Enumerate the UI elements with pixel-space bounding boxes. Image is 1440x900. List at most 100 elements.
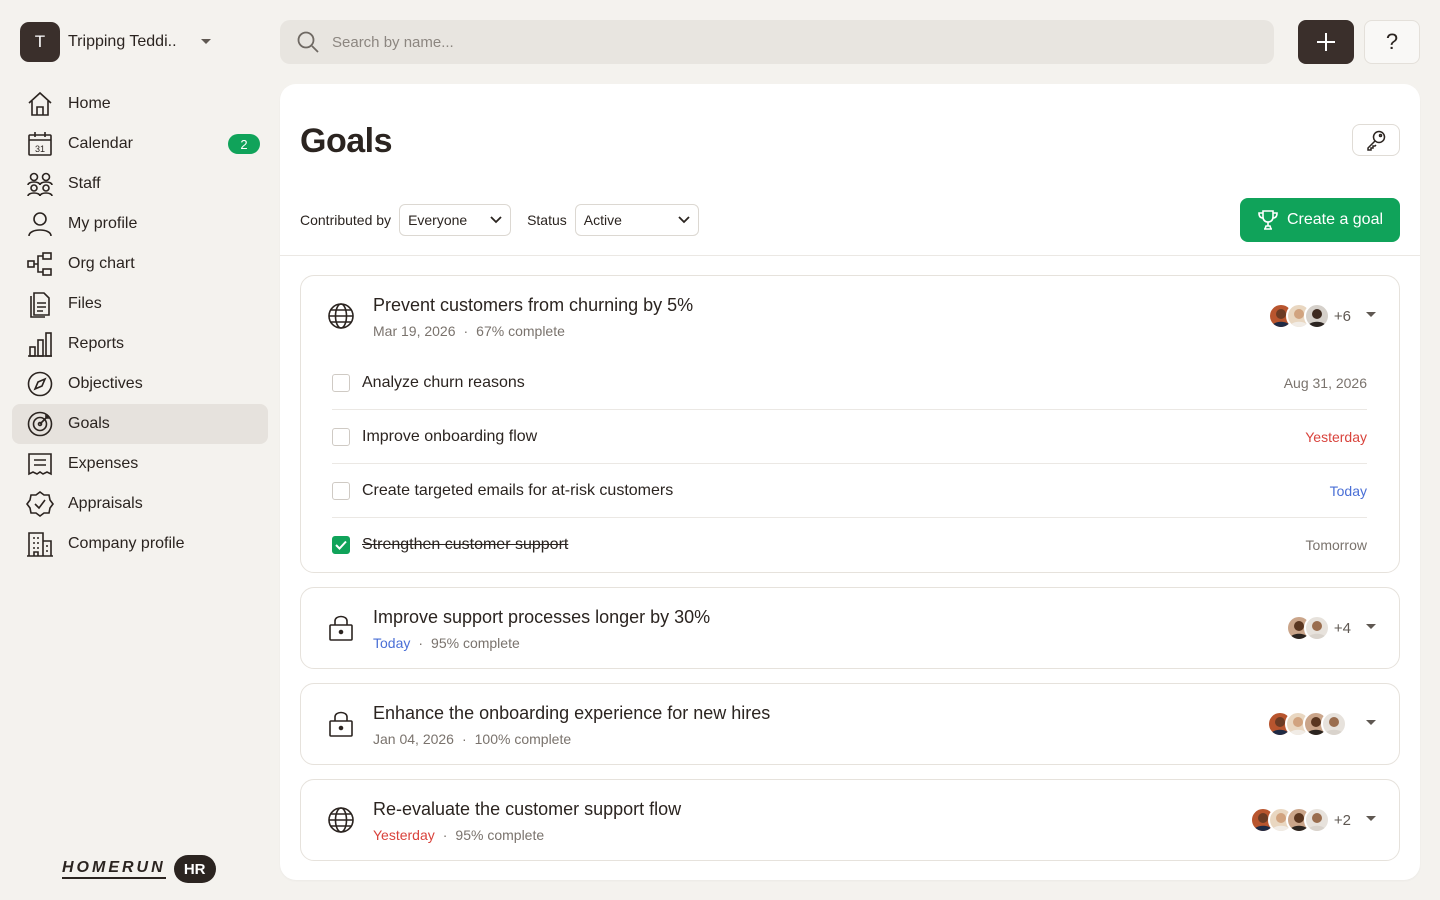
brand-hr-tag: HR bbox=[173, 855, 216, 883]
goal-title: Re-evaluate the customer support flow bbox=[373, 799, 682, 819]
goal-card-header[interactable]: Improve support processes longer by 30% … bbox=[301, 588, 1399, 668]
sidebar-nav: Home 31 Calendar 2 Staff My profile Org … bbox=[12, 84, 268, 564]
goal-date: Jan 04, 2026 bbox=[373, 731, 454, 747]
task-label: Create targeted emails for at-risk custo… bbox=[362, 481, 674, 499]
receipt-icon bbox=[26, 450, 54, 478]
status-select[interactable]: Active bbox=[574, 204, 699, 236]
key-icon bbox=[1367, 130, 1386, 151]
goal-meta: Jan 04, 2026 · 100% complete bbox=[373, 731, 572, 747]
files-icon bbox=[26, 290, 54, 318]
sidebar-item-expenses[interactable]: Expenses bbox=[12, 444, 268, 484]
sidebar-item-staff[interactable]: Staff bbox=[12, 164, 268, 204]
main-panel: Goals Contributed by Everyone Status Act… bbox=[280, 84, 1420, 880]
task-checkbox[interactable] bbox=[332, 373, 350, 392]
goal-title: Improve support processes longer by 30% bbox=[373, 607, 711, 627]
sidebar-item-label: Appraisals bbox=[68, 495, 143, 512]
task-label: Strengthen customer support bbox=[362, 536, 569, 553]
goal-progress: 100% complete bbox=[474, 731, 572, 747]
contributor-avatars[interactable]: +4 bbox=[1285, 615, 1351, 641]
contributor-avatars[interactable]: +6 bbox=[1267, 303, 1351, 329]
goal-card-header[interactable]: Re-evaluate the customer support flow Ye… bbox=[301, 780, 1399, 860]
goal-date: Yesterday bbox=[373, 827, 435, 843]
lock-icon bbox=[329, 615, 353, 641]
goal-card: Improve support processes longer by 30% … bbox=[300, 587, 1400, 669]
sidebar-item-label: Objectives bbox=[68, 375, 143, 392]
sidebar-item-home[interactable]: Home bbox=[12, 84, 268, 124]
sidebar-item-objectives[interactable]: Objectives bbox=[12, 364, 268, 404]
permissions-button[interactable] bbox=[1352, 124, 1400, 156]
search-bar[interactable] bbox=[280, 20, 1274, 64]
task-due-date: Today bbox=[1329, 482, 1367, 499]
goal-card-header[interactable]: Prevent customers from churning by 5% Ma… bbox=[301, 276, 1399, 356]
sidebar-item-label: Company profile bbox=[68, 535, 185, 552]
goal-title: Enhance the onboarding experience for ne… bbox=[373, 703, 771, 723]
more-contributors-count: +2 bbox=[1333, 811, 1351, 829]
help-button[interactable]: ? bbox=[1364, 20, 1420, 64]
goal-title: Prevent customers from churning by 5% bbox=[373, 295, 694, 315]
calendar-icon-day: 31 bbox=[35, 144, 45, 154]
avatar bbox=[1303, 303, 1330, 329]
contributed-by-label: Contributed by bbox=[300, 212, 392, 228]
sidebar-item-label: Staff bbox=[68, 175, 101, 192]
contributor-avatars[interactable]: +2 bbox=[1249, 807, 1351, 833]
sidebar-item-label: Goals bbox=[68, 415, 110, 432]
task-row: Improve onboarding flow Yesterday bbox=[332, 410, 1367, 464]
user-icon bbox=[26, 210, 54, 238]
target-icon bbox=[26, 410, 54, 438]
caret-down-icon[interactable] bbox=[1365, 815, 1377, 823]
goal-card: Enhance the onboarding experience for ne… bbox=[300, 683, 1400, 765]
task-due-date: Aug 31, 2026 bbox=[1283, 374, 1367, 391]
goal-card-header[interactable]: Enhance the onboarding experience for ne… bbox=[301, 684, 1399, 764]
sidebar-item-org-chart[interactable]: Org chart bbox=[12, 244, 268, 284]
task-row: Strengthen customer support Tomorrow bbox=[332, 518, 1367, 572]
add-button[interactable] bbox=[1298, 20, 1354, 64]
chevron-down-icon bbox=[490, 216, 502, 224]
goal-card: Re-evaluate the customer support flow Ye… bbox=[300, 779, 1400, 861]
sidebar-item-label: Home bbox=[68, 95, 111, 112]
goal-date: Mar 19, 2026 bbox=[373, 323, 456, 339]
task-row: Analyze churn reasons Aug 31, 2026 bbox=[332, 356, 1367, 410]
chevron-down-icon bbox=[201, 39, 211, 44]
search-input[interactable] bbox=[332, 33, 1232, 51]
sidebar-item-label: My profile bbox=[68, 215, 138, 232]
sidebar-item-label: Expenses bbox=[68, 455, 139, 472]
sidebar-item-calendar[interactable]: 31 Calendar 2 bbox=[12, 124, 268, 164]
create-goal-button[interactable]: Create a goal bbox=[1240, 198, 1400, 242]
globe-icon bbox=[328, 807, 354, 833]
task-checkbox[interactable] bbox=[332, 536, 350, 554]
goal-meta: Today · 95% complete bbox=[373, 635, 520, 651]
sidebar-item-appraisals[interactable]: Appraisals bbox=[12, 484, 268, 524]
filter-bar: Contributed by Everyone Status Active bbox=[300, 204, 699, 236]
sidebar-item-goals[interactable]: Goals bbox=[12, 404, 268, 444]
task-checkbox[interactable] bbox=[332, 427, 350, 446]
goal-card: Prevent customers from churning by 5% Ma… bbox=[300, 275, 1400, 573]
task-label: Analyze churn reasons bbox=[362, 373, 525, 391]
create-goal-label: Create a goal bbox=[1286, 211, 1384, 228]
page-title: Goals bbox=[300, 122, 392, 160]
badge-check-icon bbox=[26, 490, 54, 518]
search-icon bbox=[297, 31, 319, 53]
caret-down-icon[interactable] bbox=[1365, 623, 1377, 631]
globe-icon bbox=[328, 303, 354, 329]
avatar bbox=[1303, 807, 1330, 833]
caret-down-icon[interactable] bbox=[1365, 719, 1377, 727]
sidebar-item-label: Files bbox=[68, 295, 102, 312]
contributed-by-select[interactable]: Everyone bbox=[399, 204, 512, 236]
more-contributors-count: +4 bbox=[1333, 619, 1351, 637]
workspace-switcher[interactable]: T Tripping Teddi.. bbox=[20, 22, 230, 62]
sidebar-item-files[interactable]: Files bbox=[12, 284, 268, 324]
trophy-icon bbox=[1258, 210, 1278, 230]
sidebar-item-company-profile[interactable]: Company profile bbox=[12, 524, 268, 564]
staff-icon bbox=[26, 170, 54, 198]
task-due-date: Tomorrow bbox=[1305, 537, 1367, 553]
contributor-avatars[interactable] bbox=[1267, 711, 1351, 737]
sidebar-item-my-profile[interactable]: My profile bbox=[12, 204, 268, 244]
task-checkbox[interactable] bbox=[332, 481, 350, 500]
sidebar-item-reports[interactable]: Reports bbox=[12, 324, 268, 364]
brand-wordmark: HOMERUN bbox=[62, 859, 166, 879]
calendar-count-badge: 2 bbox=[228, 134, 260, 154]
goal-progress: 95% complete bbox=[431, 635, 520, 651]
avatar bbox=[1303, 615, 1330, 641]
caret-down-icon[interactable] bbox=[1365, 311, 1377, 319]
task-list: Analyze churn reasons Aug 31, 2026 Impro… bbox=[301, 356, 1399, 572]
